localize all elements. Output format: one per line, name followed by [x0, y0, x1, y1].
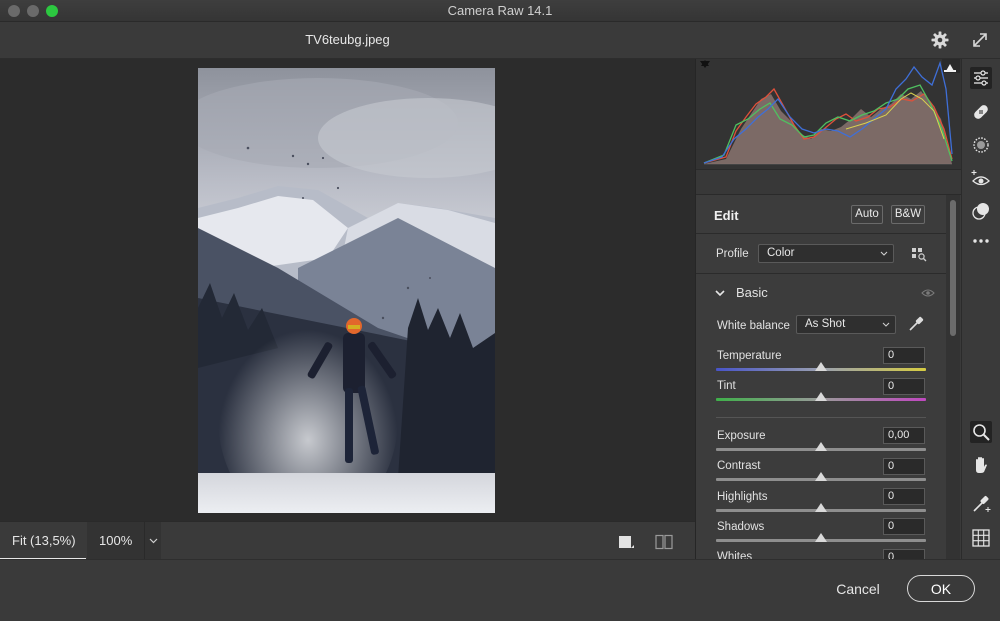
exposure-label: Exposure: [717, 430, 766, 442]
shadows-value[interactable]: 0: [883, 518, 925, 535]
grid-tool[interactable]: [970, 527, 992, 549]
contrast-value[interactable]: 0: [883, 458, 925, 475]
zoom-fit-button[interactable]: Fit (13,5%): [0, 522, 86, 560]
zoom-tool[interactable]: [970, 421, 992, 443]
presets-icon: [972, 203, 989, 220]
edit-tool[interactable]: [970, 67, 992, 89]
profile-browser-icon[interactable]: [911, 246, 927, 262]
edit-title: Edit: [714, 208, 739, 223]
edit-panel: Edit Auto B&W Profile Color Basic White …: [695, 59, 961, 559]
gear-icon[interactable]: [930, 30, 950, 50]
profile-select[interactable]: Color: [758, 244, 894, 263]
contrast-label: Contrast: [717, 460, 761, 472]
zoom-100-button[interactable]: 100%: [87, 522, 144, 560]
mask-icon: [973, 137, 989, 153]
white-balance-label: White balance: [717, 320, 790, 332]
redeye-icon: [971, 170, 990, 186]
highlights-label: Highlights: [717, 491, 768, 503]
whites-value[interactable]: 0: [883, 549, 925, 559]
temperature-label: Temperature: [717, 350, 782, 362]
zoom-dropdown[interactable]: [144, 522, 161, 560]
panel-scrollbar[interactable]: [947, 197, 957, 559]
tint-slider-thumb[interactable]: [815, 392, 827, 401]
zoom-icon: [973, 424, 990, 441]
ok-button[interactable]: OK: [907, 575, 975, 602]
white-balance-select[interactable]: As Shot: [796, 315, 896, 334]
bw-button[interactable]: B&W: [891, 205, 925, 224]
temperature-value[interactable]: 0: [883, 347, 925, 364]
cancel-button[interactable]: Cancel: [830, 578, 886, 600]
tool-strip: [961, 59, 1000, 559]
color-sampler-icon: [973, 496, 991, 512]
whites-label: Whites: [717, 551, 753, 559]
more-tool[interactable]: [970, 230, 992, 252]
exposure-slider-thumb[interactable]: [815, 442, 827, 451]
auto-button[interactable]: Auto: [851, 205, 883, 224]
healing-icon: [974, 105, 988, 119]
exposure-value[interactable]: 0,00: [883, 427, 925, 444]
divider: [696, 273, 946, 274]
color-sampler-tool[interactable]: [970, 493, 992, 515]
highlights-value[interactable]: 0: [883, 488, 925, 505]
highlights-slider-thumb[interactable]: [815, 503, 827, 512]
tint-value[interactable]: 0: [883, 378, 925, 395]
more-icon: [973, 239, 989, 243]
scrollbar-thumb[interactable]: [950, 200, 956, 336]
shadows-slider-thumb[interactable]: [815, 533, 827, 542]
section-basic-title[interactable]: Basic: [736, 285, 768, 300]
healing-tool[interactable]: [970, 101, 992, 123]
tint-label: Tint: [717, 380, 736, 392]
profile-value: Color: [767, 247, 795, 259]
eye-icon[interactable]: [921, 288, 935, 298]
single-view-icon[interactable]: [618, 534, 634, 550]
mask-tool[interactable]: [970, 134, 992, 156]
temperature-slider-thumb[interactable]: [815, 362, 827, 371]
window-title: Camera Raw 14.1: [447, 3, 553, 18]
presets-tool[interactable]: [970, 200, 992, 222]
eyedropper-icon[interactable]: [907, 315, 925, 333]
redeye-tool[interactable]: [970, 168, 992, 190]
compare-view-icon[interactable]: [655, 534, 673, 550]
dialog-footer: Cancel OK: [0, 559, 1000, 621]
sliders-icon: [974, 70, 988, 86]
shadows-label: Shadows: [717, 521, 765, 533]
chevron-down-icon: [882, 322, 890, 327]
header-bar: TV6teubg.jpeg: [0, 22, 1000, 59]
photo-preview: [198, 68, 495, 513]
histogram-divider: [696, 169, 961, 195]
file-name: TV6teubg.jpeg: [305, 32, 390, 47]
white-balance-value: As Shot: [805, 318, 846, 330]
expand-icon[interactable]: [970, 30, 990, 50]
divider: [716, 417, 926, 418]
chevron-down-icon: [149, 538, 158, 544]
contrast-slider-thumb[interactable]: [815, 472, 827, 481]
title-bar: Camera Raw 14.1: [0, 0, 1000, 22]
profile-label: Profile: [716, 248, 749, 260]
image-canvas[interactable]: [0, 59, 695, 521]
chevron-down-icon: [880, 251, 888, 256]
grid-icon: [972, 529, 990, 547]
histogram: [696, 59, 961, 169]
edit-controls: Edit Auto B&W Profile Color Basic White …: [696, 195, 946, 559]
zoom-bar: Fit (13,5%) 100%: [0, 521, 695, 560]
divider: [696, 233, 946, 234]
chevron-down-icon[interactable]: [714, 287, 726, 299]
hand-icon: [976, 457, 987, 473]
hand-tool[interactable]: [970, 454, 992, 476]
